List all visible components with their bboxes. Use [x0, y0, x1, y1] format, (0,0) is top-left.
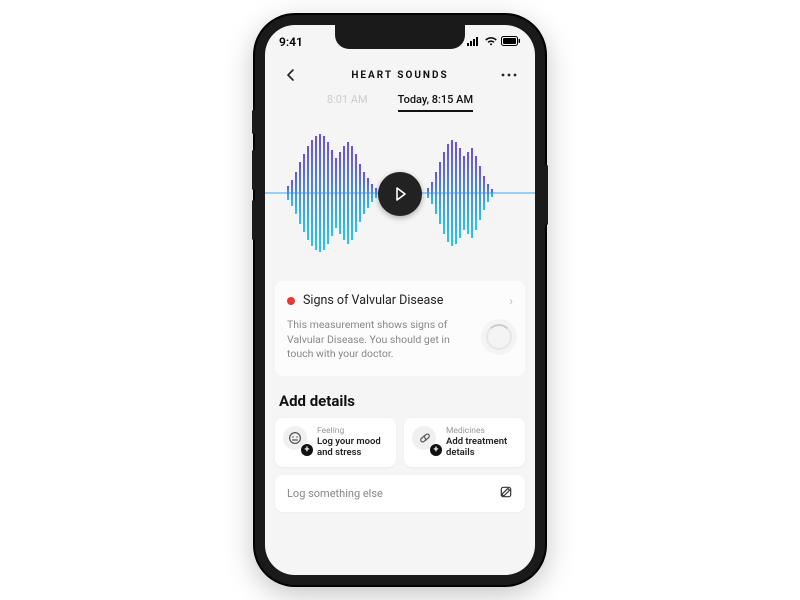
alert-header: Signs of Valvular Disease › [287, 293, 513, 308]
waveform-area [265, 116, 535, 271]
medicines-iconwrap: + [412, 426, 440, 454]
medicines-card[interactable]: + Medicines Add treatment details [404, 418, 525, 467]
mute-switch [252, 110, 255, 134]
loading-spinner-icon [481, 319, 517, 355]
plus-badge-icon: + [301, 444, 313, 456]
content: HEART SOUNDS 8:01 AM Today, 8:15 AM [265, 55, 535, 575]
chevron-right-icon: › [509, 294, 513, 308]
tab-current[interactable]: Today, 8:15 AM [398, 93, 473, 112]
header: HEART SOUNDS [265, 55, 535, 91]
status-icons [467, 35, 521, 49]
play-icon [391, 185, 409, 203]
screen: 9:41 HEART SOUNDS [265, 25, 535, 575]
more-icon [501, 73, 517, 77]
plus-badge-icon: + [430, 444, 442, 456]
battery-icon [501, 35, 521, 49]
feeling-card[interactable]: + Feeling Log your mood and stress [275, 418, 396, 467]
alert-card[interactable]: Signs of Valvular Disease › This measure… [275, 281, 525, 376]
alert-dot-icon [287, 297, 295, 305]
medicines-label: Medicines [446, 426, 517, 436]
medicines-sub: Add treatment details [446, 436, 517, 459]
page-title: HEART SOUNDS [351, 70, 448, 81]
edit-icon [499, 485, 513, 502]
signal-icon [467, 35, 481, 49]
alert-title: Signs of Valvular Disease [303, 293, 501, 308]
add-details-heading: Add details [265, 376, 535, 418]
phone-frame: 9:41 HEART SOUNDS [255, 15, 545, 585]
feeling-iconwrap: + [283, 426, 311, 454]
alert-description: This measurement shows signs of Valvular… [287, 318, 513, 362]
notch [335, 25, 465, 49]
clock: 9:41 [279, 35, 303, 49]
more-button[interactable] [495, 61, 523, 89]
log-else-label: Log something else [287, 487, 383, 500]
feeling-label: Feeling [317, 426, 388, 436]
detail-cards: + Feeling Log your mood and stress + [265, 418, 535, 467]
play-button[interactable] [378, 172, 422, 216]
log-something-else-button[interactable]: Log something else [275, 475, 525, 512]
timestamp-tabs: 8:01 AM Today, 8:15 AM [265, 91, 535, 116]
volume-down-button [252, 200, 255, 240]
wifi-icon [484, 35, 498, 49]
tab-previous[interactable]: 8:01 AM [327, 93, 368, 112]
volume-up-button [252, 150, 255, 190]
back-button[interactable] [277, 61, 305, 89]
chevron-left-icon [284, 68, 298, 82]
power-button [545, 165, 548, 225]
feeling-sub: Log your mood and stress [317, 436, 388, 459]
